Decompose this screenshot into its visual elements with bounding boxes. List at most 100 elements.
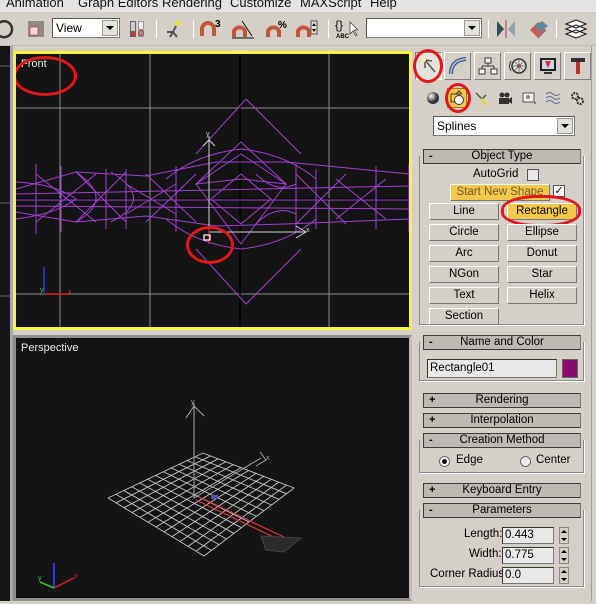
center-radio-label: Center xyxy=(536,454,571,466)
start-new-shape-checkbox[interactable]: ✓ xyxy=(553,185,565,197)
undo-icon[interactable] xyxy=(0,17,16,41)
keyboard-entry-header[interactable]: + Keyboard Entry xyxy=(423,483,581,498)
edit-named-selection-icon[interactable]: {} ABC xyxy=(334,17,358,41)
front-viewport-canvas: y x y x xyxy=(16,54,409,327)
svg-text:x: x xyxy=(266,455,270,462)
command-panel: Splines - Object Type AutoGrid Start New… xyxy=(413,46,596,601)
width-spinner[interactable] xyxy=(559,547,569,564)
corner-radius-input[interactable]: 0.0 xyxy=(502,567,554,584)
chevron-down-icon[interactable] xyxy=(557,118,573,134)
edge-radio[interactable] xyxy=(439,456,450,467)
length-input[interactable]: 0.443 xyxy=(502,527,554,544)
display-icon xyxy=(539,58,556,74)
mirror-icon[interactable] xyxy=(494,17,518,41)
perspective-viewport[interactable]: y x y x Perspective xyxy=(13,335,412,601)
display-tab[interactable] xyxy=(534,52,561,80)
angle-snap-icon[interactable] xyxy=(230,17,254,41)
line-button[interactable]: Line xyxy=(429,203,499,220)
use-pivot-icon[interactable] xyxy=(125,17,149,41)
category-space-warps[interactable] xyxy=(543,88,563,108)
front-viewport[interactable]: y x y x Front xyxy=(13,51,412,330)
category-systems[interactable] xyxy=(567,88,587,108)
menu-customize[interactable]: Customize xyxy=(230,0,291,10)
grid-line xyxy=(194,456,287,495)
chevron-down-icon[interactable] xyxy=(102,20,118,36)
helix-button[interactable]: Helix xyxy=(507,287,577,304)
menu-rendering[interactable]: Rendering xyxy=(162,0,222,10)
menu-animation[interactable]: Animation xyxy=(6,0,64,10)
width-input[interactable]: 0.775 xyxy=(502,547,554,564)
text-button[interactable]: Text xyxy=(429,287,499,304)
shapes-icon xyxy=(450,90,464,105)
category-cameras[interactable] xyxy=(495,88,515,108)
start-new-shape-button[interactable]: Start New Shape xyxy=(450,184,550,201)
edge-radio-label: Edge xyxy=(456,454,483,466)
section-button[interactable]: Section xyxy=(429,308,499,325)
object-type-header[interactable]: - Object Type xyxy=(423,149,581,164)
align-icon[interactable] xyxy=(526,17,550,41)
object-color-swatch[interactable] xyxy=(562,359,578,378)
svg-text:y: y xyxy=(191,399,195,406)
category-geometry[interactable] xyxy=(423,88,443,108)
view-axis-gizmo: y x xyxy=(40,267,72,296)
wireframe-object xyxy=(260,535,303,553)
utilities-tab[interactable] xyxy=(564,52,591,80)
length-label: Length: xyxy=(464,528,503,540)
reference-coordinate-combo[interactable]: View xyxy=(52,18,120,38)
reference-coordinate-value: View xyxy=(56,21,82,35)
modify-tab[interactable] xyxy=(444,52,471,80)
select-region-icon[interactable] xyxy=(24,17,48,41)
parameters-header[interactable]: - Parameters xyxy=(423,503,581,518)
autogrid-checkbox[interactable] xyxy=(527,169,539,181)
svg-text:y: y xyxy=(40,287,44,294)
ngon-button[interactable]: NGon xyxy=(429,266,499,283)
donut-button[interactable]: Donut xyxy=(507,245,577,262)
center-radio[interactable] xyxy=(520,456,531,467)
command-panel-scrollbar[interactable] xyxy=(591,46,596,601)
create-tab[interactable] xyxy=(415,52,442,80)
subcategory-dropdown[interactable]: Splines xyxy=(433,116,575,136)
category-helpers[interactable] xyxy=(519,88,539,108)
menu-graph-editors[interactable]: Graph Editors xyxy=(78,0,158,10)
menu-help[interactable]: Help xyxy=(370,0,397,10)
length-spinner[interactable] xyxy=(559,527,569,544)
manipulate-icon[interactable] xyxy=(163,17,187,41)
grid-line xyxy=(202,452,295,489)
menu-maxscript[interactable]: MAXScript xyxy=(300,0,361,10)
rendering-header[interactable]: + Rendering xyxy=(423,393,581,408)
category-lights[interactable] xyxy=(471,88,491,108)
modify-icon xyxy=(448,57,466,75)
front-viewport-label[interactable]: Front xyxy=(21,58,47,70)
svg-text:{}: {} xyxy=(335,18,343,32)
object-name-input[interactable]: Rectangle01 xyxy=(427,359,557,378)
create-cursor-icon xyxy=(421,58,436,73)
svg-text:y: y xyxy=(206,131,210,138)
svg-text:3: 3 xyxy=(215,19,221,30)
arc-button[interactable]: Arc xyxy=(429,245,499,262)
chevron-down-icon[interactable] xyxy=(464,20,480,36)
ellipse-button[interactable]: Ellipse xyxy=(507,224,577,241)
circle-button[interactable]: Circle xyxy=(429,224,499,241)
wireframe-mesh xyxy=(16,98,409,305)
spinner-snap-icon[interactable] xyxy=(294,17,318,41)
wireframe-object xyxy=(211,495,218,499)
motion-tab[interactable] xyxy=(504,52,531,80)
snap-3d-icon[interactable]: 3 xyxy=(198,17,222,41)
percent-snap-icon[interactable]: % xyxy=(264,17,288,41)
interpolation-header[interactable]: + Interpolation xyxy=(423,413,581,428)
name-and-color-header[interactable]: - Name and Color xyxy=(423,335,581,350)
menu-bar: Animation Graph Editors Rendering Custom… xyxy=(0,0,596,12)
star-button[interactable]: Star xyxy=(507,266,577,283)
named-selection-combo[interactable] xyxy=(366,18,482,38)
corner-radius-spinner[interactable] xyxy=(559,567,569,584)
creation-method-header[interactable]: - Creation Method xyxy=(423,433,581,448)
svg-text:x: x xyxy=(306,227,310,234)
category-shapes[interactable] xyxy=(447,88,467,108)
svg-text:y: y xyxy=(38,575,42,582)
hierarchy-tab[interactable] xyxy=(474,52,501,80)
layer-manager-icon[interactable] xyxy=(563,17,587,41)
perspective-viewport-label[interactable]: Perspective xyxy=(21,342,78,354)
hammer-icon xyxy=(570,58,585,74)
rectangle-button[interactable]: Rectangle xyxy=(507,203,577,220)
space-warp-icon xyxy=(545,92,561,104)
